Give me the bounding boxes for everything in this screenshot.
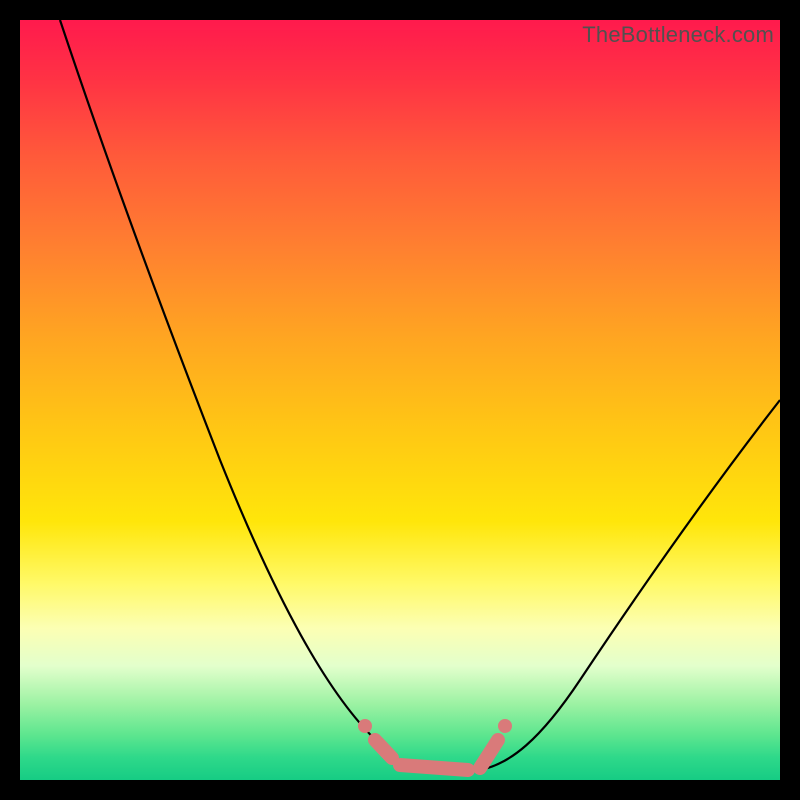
bottleneck-curve-path xyxy=(60,20,780,772)
optimal-zone-marker xyxy=(375,740,498,770)
bottleneck-curve-svg xyxy=(20,20,780,780)
optimal-zone-dot-left xyxy=(358,719,372,733)
chart-plot-area: TheBottleneck.com xyxy=(20,20,780,780)
optimal-zone-dot-right xyxy=(498,719,512,733)
